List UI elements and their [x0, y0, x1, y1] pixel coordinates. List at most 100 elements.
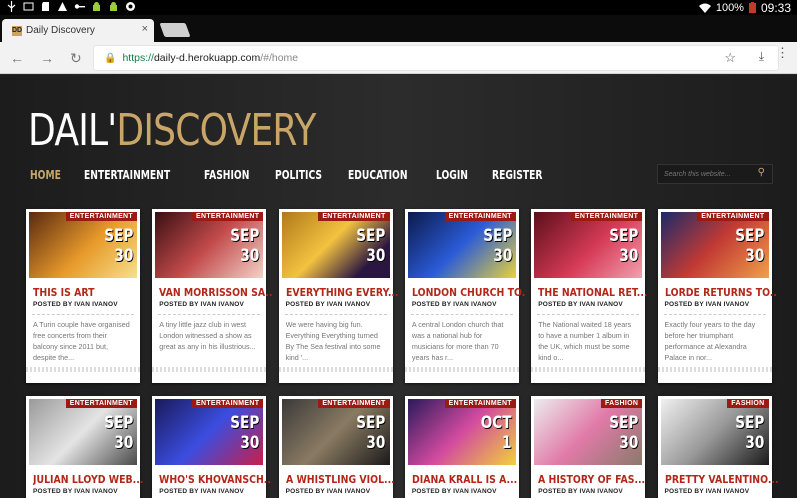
article-image[interactable]: ENTERTAINMENT SEP 30: [281, 399, 390, 465]
nav-entertainment[interactable]: ENTERTAINMENT: [84, 168, 170, 182]
article-image[interactable]: ENTERTAINMENT SEP 30: [407, 212, 516, 278]
download-icon[interactable]: ⤓: [759, 49, 764, 64]
article-card[interactable]: FASHION SEP 30 PRETTY VALENTINO... POSTED BY…: [657, 396, 778, 498]
article-card[interactable]: ENTERTAINMENT SEP 30 WHO'S KHOVANSCH... POST…: [152, 396, 273, 498]
article-title[interactable]: WHO'S KHOVANSCH...: [159, 473, 272, 486]
card-footer-line: [531, 367, 646, 372]
article-title[interactable]: THE NATIONAL RET...: [538, 286, 651, 299]
article-title[interactable]: A HISTORY OF FAS...: [538, 473, 651, 486]
site-page: DAIL'DISCOVERY HOME ENTERTAINMENT FASHIO…: [0, 75, 797, 498]
date-badge: SEP 30: [97, 226, 133, 266]
article-author: POSTED BY IVAN IVANOV: [538, 301, 623, 308]
date-badge: SEP 30: [602, 226, 638, 266]
article-image[interactable]: ENTERTAINMENT SEP 30: [29, 212, 137, 278]
article-card[interactable]: ENTERTAINMENT SEP 30 LORDE RETURNS TO... POS…: [657, 209, 778, 383]
nav-login[interactable]: LOGIN: [436, 168, 468, 182]
date-month: SEP: [230, 413, 260, 433]
card-divider: [32, 314, 134, 315]
android-icon: [93, 2, 100, 11]
site-logo[interactable]: DAIL'DISCOVERY: [28, 105, 316, 156]
tab-daily-discovery[interactable]: DD Daily Discovery ×: [2, 19, 154, 42]
search-icon[interactable]: ⚲: [758, 167, 765, 178]
close-tab-icon[interactable]: ×: [142, 23, 148, 35]
article-author: POSTED BY IVAN IVANOV: [285, 488, 371, 495]
search-placeholder: Search this website...: [664, 170, 731, 178]
date-month: SEP: [356, 226, 386, 246]
article-image[interactable]: ENTERTAINMENT OCT 1: [407, 399, 516, 465]
category-badge[interactable]: FASHION: [727, 399, 769, 408]
article-card[interactable]: FASHION SEP 30 A HISTORY OF FAS... POSTED BY…: [531, 396, 645, 498]
category-badge[interactable]: FASHION: [600, 399, 643, 408]
article-title[interactable]: LORDE RETURNS TO...: [665, 286, 778, 299]
overflow-menu-icon[interactable]: ⋮: [776, 46, 789, 59]
category-badge[interactable]: ENTERTAINMENT: [444, 399, 516, 408]
date-month: SEP: [609, 226, 639, 246]
nav-fashion[interactable]: FASHION: [204, 168, 249, 182]
article-title[interactable]: EVERYTHING EVERY...: [286, 286, 399, 299]
article-title[interactable]: JULIAN LLOYD WEB...: [33, 473, 146, 486]
new-tab-button[interactable]: [159, 23, 191, 37]
article-card[interactable]: ENTERTAINMENT SEP 30 VAN MORRISSON SA... POS…: [152, 209, 273, 383]
nav-register[interactable]: REGISTER: [492, 168, 542, 182]
article-title[interactable]: DIANA KRALL IS A...: [412, 473, 525, 486]
android-icon-2: [110, 2, 117, 11]
article-title[interactable]: VAN MORRISSON SA...: [159, 286, 272, 299]
article-image[interactable]: ENTERTAINMENT SEP 30: [281, 212, 390, 278]
search-input[interactable]: Search this website... ⚲: [657, 164, 773, 184]
category-badge[interactable]: ENTERTAINMENT: [318, 399, 390, 408]
article-image[interactable]: ENTERTAINMENT SEP 30: [660, 212, 769, 278]
card-divider: [663, 314, 766, 315]
date-badge: SEP 30: [223, 413, 259, 453]
key-icon: [74, 4, 85, 9]
article-image[interactable]: FASHION SEP 30: [534, 399, 643, 465]
bookmark-star-icon[interactable]: ☆: [724, 50, 736, 66]
category-badge[interactable]: ENTERTAINMENT: [444, 212, 516, 221]
article-image[interactable]: ENTERTAINMENT SEP 30: [155, 212, 264, 278]
article-card[interactable]: ENTERTAINMENT SEP 30 THE NATIONAL RET... POS…: [531, 209, 648, 383]
category-badge[interactable]: ENTERTAINMENT: [192, 212, 264, 221]
nav-politics[interactable]: POLITICS: [275, 168, 322, 182]
article-card[interactable]: ENTERTAINMENT OCT 1 DIANA KRALL IS A... POST…: [404, 396, 519, 498]
card-divider: [410, 314, 513, 315]
date-day: 1: [502, 433, 512, 453]
category-badge[interactable]: ENTERTAINMENT: [318, 212, 390, 221]
article-card[interactable]: ENTERTAINMENT SEP 30 JULIAN LLOYD WEB... POS…: [26, 396, 143, 498]
nav-home[interactable]: HOME: [30, 168, 61, 182]
article-card[interactable]: ENTERTAINMENT SEP 30 LONDON CHURCH TO... POS…: [404, 209, 525, 383]
article-image[interactable]: FASHION SEP 30: [660, 399, 769, 465]
date-badge: SEP 30: [223, 226, 259, 266]
article-author: POSTED BY IVAN IVANOV: [538, 488, 623, 495]
article-title[interactable]: PRETTY VALENTINO...: [665, 473, 778, 486]
category-badge[interactable]: ENTERTAINMENT: [65, 399, 137, 408]
reload-icon[interactable]: ↻: [70, 50, 82, 67]
article-card[interactable]: ENTERTAINMENT SEP 30 EVERYTHING EVERY... POS…: [278, 209, 398, 383]
date-month: SEP: [609, 413, 639, 433]
date-month: SEP: [356, 413, 386, 433]
article-image[interactable]: ENTERTAINMENT SEP 30: [155, 399, 264, 465]
tab-title: Daily Discovery: [26, 25, 95, 36]
article-author: POSTED BY IVAN IVANOV: [33, 488, 118, 495]
article-title[interactable]: A WHISTLING VIOL...: [286, 473, 399, 486]
date-day: 30: [366, 433, 386, 453]
article-card[interactable]: ENTERTAINMENT SEP 30 A WHISTLING VIOL... POS…: [278, 396, 394, 498]
logo-part1: DAIL': [28, 105, 117, 156]
forward-arrow-icon[interactable]: →: [40, 50, 54, 66]
article-card[interactable]: ENTERTAINMENT SEP 30 THIS IS ART POSTED BY I…: [26, 209, 140, 383]
address-bar[interactable]: 🔒 https:// daily-d.herokuapp.com /#/home…: [94, 46, 778, 70]
article-author: POSTED BY IVAN IVANOV: [411, 301, 497, 308]
category-badge[interactable]: ENTERTAINMENT: [192, 399, 264, 408]
clock: 09:33: [760, 0, 791, 15]
category-badge[interactable]: ENTERTAINMENT: [570, 212, 643, 221]
article-image[interactable]: ENTERTAINMENT SEP 30: [534, 212, 643, 278]
article-title[interactable]: LONDON CHURCH TO...: [412, 286, 525, 299]
category-badge[interactable]: ENTERTAINMENT: [65, 212, 137, 221]
date-badge: SEP 30: [728, 226, 764, 266]
favicon-icon: DD: [12, 25, 23, 36]
back-arrow-icon[interactable]: ←: [10, 50, 24, 66]
category-badge[interactable]: ENTERTAINMENT: [697, 212, 769, 221]
nav-education[interactable]: EDUCATION: [348, 168, 408, 182]
article-image[interactable]: ENTERTAINMENT SEP 30: [29, 399, 137, 465]
date-badge: SEP 30: [476, 226, 512, 266]
article-title[interactable]: THIS IS ART: [33, 286, 146, 299]
status-icons: [6, 1, 136, 12]
